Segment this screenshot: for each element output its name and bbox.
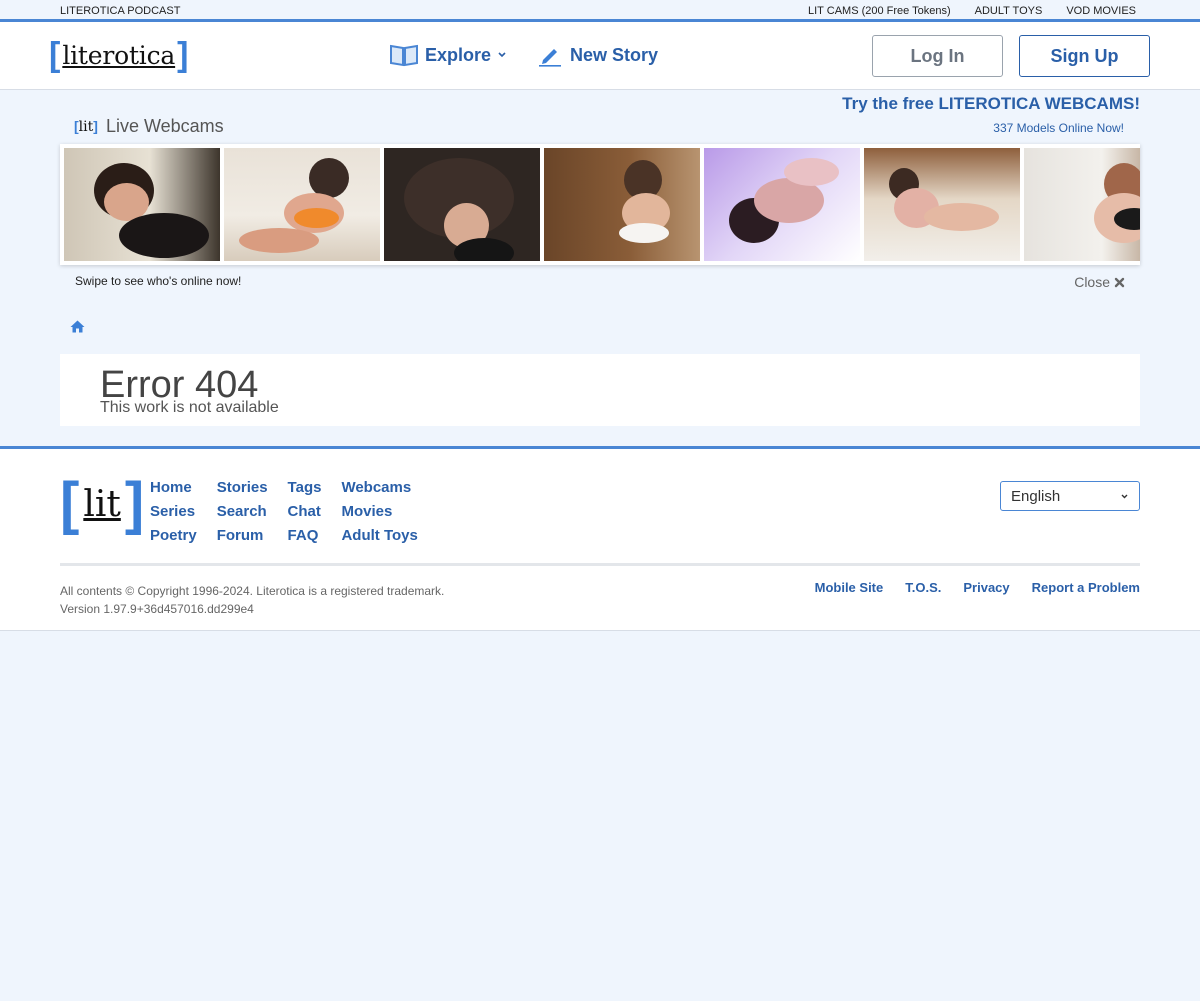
report-problem-link[interactable]: Report a Problem xyxy=(1032,580,1140,595)
book-icon xyxy=(390,44,418,67)
webcam-thumbnail[interactable] xyxy=(224,148,380,261)
footer-link-tags[interactable]: Tags xyxy=(288,479,322,497)
lit-logo-small: [lit] xyxy=(74,118,98,135)
footer-divider xyxy=(60,563,1140,566)
footer-link-series[interactable]: Series xyxy=(150,503,197,521)
adult-toys-link[interactable]: ADULT TOYS xyxy=(975,5,1043,17)
vod-movies-link[interactable]: VOD MOVIES xyxy=(1066,5,1136,17)
footer-bottom-links: Mobile Site T.O.S. Privacy Report a Prob… xyxy=(815,580,1140,595)
footer-link-movies[interactable]: Movies xyxy=(341,503,417,521)
version-text: Version 1.97.9+36d457016.dd299e4 xyxy=(60,602,254,616)
lit-cams-link[interactable]: LIT CAMS (200 Free Tokens) xyxy=(808,5,951,17)
top-links: LIT CAMS (200 Free Tokens) ADULT TOYS VO… xyxy=(808,5,1136,17)
webcam-thumbnail[interactable] xyxy=(384,148,540,261)
close-webcams-button[interactable]: Close xyxy=(1074,274,1125,290)
footer-link-adult-toys[interactable]: Adult Toys xyxy=(341,527,417,545)
swipe-hint: Swipe to see who's online now! xyxy=(75,274,242,288)
error-message: This work is not available xyxy=(100,399,279,416)
language-select[interactable]: English xyxy=(1000,481,1140,511)
pencil-icon xyxy=(539,49,561,67)
footer-link-poetry[interactable]: Poetry xyxy=(150,527,197,545)
close-label: Close xyxy=(1074,274,1110,290)
tos-link[interactable]: T.O.S. xyxy=(905,580,941,595)
webcam-carousel[interactable] xyxy=(60,144,1140,265)
site-footer: [lit] Home Stories Tags Webcams Series S… xyxy=(0,446,1200,631)
footer-link-forum[interactable]: Forum xyxy=(217,527,268,545)
models-online-link[interactable]: 337 Models Online Now! xyxy=(993,121,1124,135)
footer-link-search[interactable]: Search xyxy=(217,503,268,521)
podcast-link[interactable]: LITEROTICA PODCAST xyxy=(60,5,180,17)
webcams-brand: [lit] Live Webcams xyxy=(74,116,224,137)
home-breadcrumb[interactable] xyxy=(70,320,85,338)
webcam-thumbnail[interactable] xyxy=(864,148,1020,261)
error-card: Error 404 This work is not available xyxy=(60,354,1140,426)
footer-lit-logo[interactable]: [lit] xyxy=(60,475,144,533)
login-button[interactable]: Log In xyxy=(872,35,1003,77)
top-strip: LITEROTICA PODCAST LIT CAMS (200 Free To… xyxy=(0,0,1200,22)
footer-link-chat[interactable]: Chat xyxy=(288,503,322,521)
webcams-promo-link[interactable]: Try the free LITEROTICA WEBCAMS! xyxy=(842,94,1140,114)
footer-link-stories[interactable]: Stories xyxy=(217,479,268,497)
footer-nav: Home Stories Tags Webcams Series Search … xyxy=(150,479,418,545)
webcam-thumbnail[interactable] xyxy=(1024,148,1140,261)
new-story-link[interactable]: New Story xyxy=(538,43,658,67)
new-story-label: New Story xyxy=(570,44,659,65)
site-header: [literotica] Explore New Story Log In Si… xyxy=(0,22,1200,90)
chevron-down-icon xyxy=(498,52,506,58)
explore-menu[interactable]: Explore xyxy=(389,43,507,67)
copyright-text: All contents © Copyright 1996-2024. Lite… xyxy=(60,584,445,598)
footer-link-home[interactable]: Home xyxy=(150,479,197,497)
footer-link-webcams[interactable]: Webcams xyxy=(341,479,417,497)
footer-link-faq[interactable]: FAQ xyxy=(288,527,322,545)
literotica-logo[interactable]: [literotica] xyxy=(49,37,188,73)
language-value: English xyxy=(1011,487,1061,505)
chevron-down-icon xyxy=(1121,494,1128,498)
webcam-thumbnail[interactable] xyxy=(704,148,860,261)
privacy-link[interactable]: Privacy xyxy=(963,580,1009,595)
explore-label: Explore xyxy=(425,44,492,65)
mobile-site-link[interactable]: Mobile Site xyxy=(815,580,884,595)
webcam-thumbnail[interactable] xyxy=(64,148,220,261)
footer-copyright-block: All contents © Copyright 1996-2024. Lite… xyxy=(60,582,444,618)
home-icon xyxy=(70,320,85,333)
webcams-title: Live Webcams xyxy=(105,116,224,136)
signup-button[interactable]: Sign Up xyxy=(1019,35,1150,77)
webcam-thumbnail[interactable] xyxy=(544,148,700,261)
close-icon xyxy=(1114,277,1125,287)
